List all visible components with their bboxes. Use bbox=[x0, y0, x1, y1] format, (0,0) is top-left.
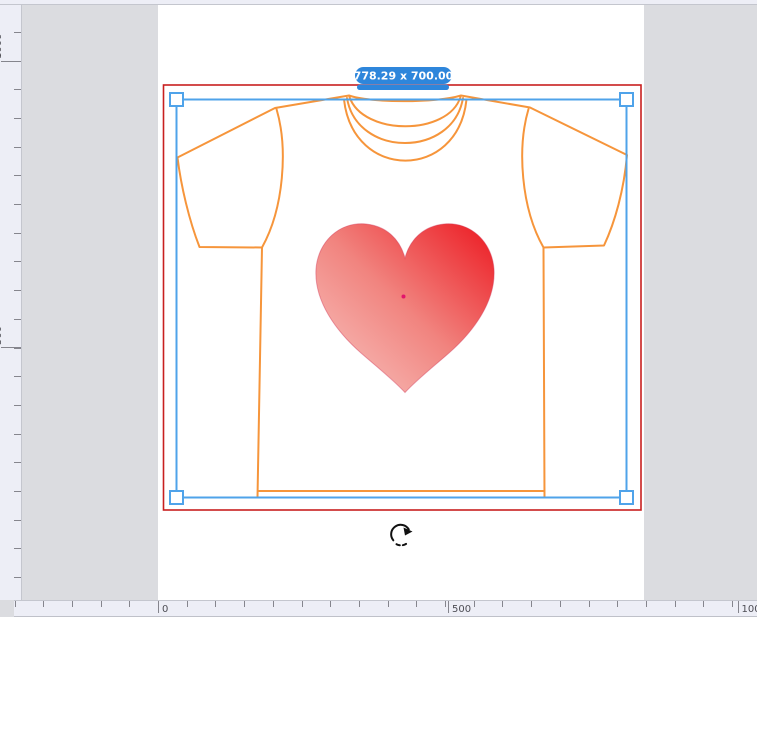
ruler-tick bbox=[617, 601, 619, 607]
ruler-tick bbox=[129, 601, 131, 607]
ruler-tick bbox=[14, 404, 21, 406]
ruler-tick bbox=[14, 519, 21, 521]
ruler-tick bbox=[330, 601, 332, 607]
ruler-tick bbox=[14, 491, 21, 492]
ruler-tick bbox=[645, 601, 647, 607]
ruler-left: 1000 500 bbox=[0, 0, 22, 600]
ruler-label: 1000 bbox=[741, 604, 757, 615]
ruler-tick bbox=[14, 232, 21, 234]
ruler-tick bbox=[559, 601, 561, 607]
ruler-tick bbox=[14, 462, 21, 464]
selection-handle-top-right[interactable] bbox=[619, 92, 634, 107]
ruler-tick bbox=[244, 601, 246, 607]
ruler-tick bbox=[14, 318, 21, 320]
ruler-label: 500 bbox=[0, 325, 4, 345]
ruler-label: 500 bbox=[452, 604, 472, 615]
selection-handle-top-left[interactable] bbox=[169, 92, 184, 107]
canvas[interactable]: 778.29 x 700.00 bbox=[0, 0, 757, 600]
ruler-major-tick bbox=[448, 601, 449, 613]
heart-center-point bbox=[401, 294, 406, 299]
selection-top-edge-highlight bbox=[357, 84, 449, 90]
ruler-label: 0 bbox=[162, 604, 169, 615]
ruler-top bbox=[0, 0, 757, 5]
ruler-tick bbox=[301, 601, 303, 607]
design-app-window: 778.29 x 700.00 1000 500 0 500 1000 オブジェクト … bbox=[0, 0, 757, 741]
ruler-tick bbox=[14, 577, 21, 579]
selection-handle-bottom-right[interactable] bbox=[619, 490, 634, 505]
objects-panel: オブジェクト 図形 プリント グループ ガイド bbox=[0, 617, 757, 741]
ruler-tick bbox=[14, 117, 21, 119]
ruler-tick bbox=[272, 601, 274, 607]
size-badge-text: 778.29 x 700.00 bbox=[354, 70, 454, 83]
ruler-bottom: 0 500 1000 bbox=[0, 600, 757, 617]
ruler-tick bbox=[502, 601, 504, 607]
ruler-corner bbox=[0, 600, 14, 617]
ruler-major-tick bbox=[158, 601, 159, 613]
ruler-tick bbox=[674, 601, 676, 607]
ruler-major-tick bbox=[1, 60, 21, 62]
ruler-tick bbox=[473, 601, 475, 607]
ruler-tick bbox=[14, 31, 21, 33]
ruler-tick bbox=[215, 601, 217, 607]
ruler-tick bbox=[588, 601, 590, 607]
ruler-tick bbox=[445, 601, 446, 607]
ruler-tick bbox=[100, 601, 102, 607]
ruler-tick bbox=[14, 290, 21, 292]
ruler-tick bbox=[14, 261, 21, 263]
ruler-tick bbox=[14, 89, 21, 91]
ruler-tick bbox=[14, 433, 21, 435]
ruler-tick bbox=[416, 601, 418, 607]
ruler-label: 1000 bbox=[0, 33, 4, 59]
ruler-tick bbox=[531, 601, 533, 607]
ruler-tick bbox=[732, 601, 733, 607]
ruler-tick bbox=[14, 601, 16, 607]
ruler-major-tick bbox=[1, 347, 21, 348]
ruler-major-tick bbox=[737, 601, 739, 613]
ruler-tick bbox=[186, 601, 188, 607]
ruler-tick bbox=[43, 601, 45, 607]
size-badge: 778.29 x 700.00 bbox=[354, 67, 454, 90]
ruler-tick bbox=[14, 204, 21, 205]
ruler-tick bbox=[14, 175, 21, 177]
ruler-tick bbox=[71, 601, 73, 607]
selection-handle-bottom-left[interactable] bbox=[169, 490, 184, 505]
ruler-tick bbox=[387, 601, 389, 607]
ruler-tick bbox=[358, 601, 360, 607]
ruler-tick bbox=[14, 376, 21, 378]
ruler-tick bbox=[14, 146, 21, 148]
ruler-tick bbox=[703, 601, 705, 607]
ruler-tick bbox=[14, 548, 21, 550]
